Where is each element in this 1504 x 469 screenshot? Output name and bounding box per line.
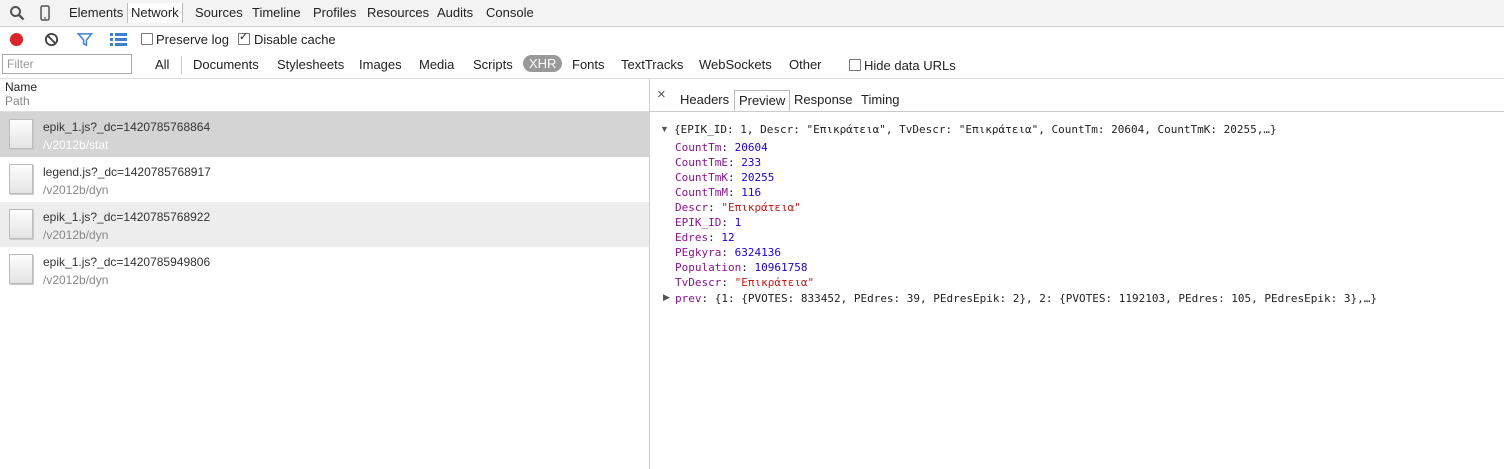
json-field: Edres: 12 (675, 231, 735, 244)
tab-audits[interactable]: Audits (434, 3, 476, 23)
detail-tab-timing[interactable]: Timing (857, 90, 904, 110)
json-field: CountTmM: 116 (675, 186, 762, 199)
json-field: EPIK_ID: 1 (675, 216, 742, 229)
list-view-icon[interactable] (110, 32, 127, 47)
expand-triangle-icon[interactable]: ▶ (663, 292, 670, 303)
json-field: CountTmK: 20255 (675, 171, 775, 184)
tab-profiles[interactable]: Profiles (310, 3, 359, 23)
detail-tab-headers[interactable]: Headers (676, 90, 733, 110)
expand-triangle-icon[interactable]: ▼ (660, 124, 669, 134)
tab-network[interactable]: Network (127, 3, 183, 23)
filter-type-scripts[interactable]: Scripts (473, 57, 513, 72)
devtools-toolbar: Elements Network Sources Timeline Profil… (0, 0, 1504, 27)
panel-divider[interactable] (649, 79, 650, 469)
filter-input[interactable] (2, 54, 132, 74)
tab-resources[interactable]: Resources (364, 3, 432, 23)
tab-elements[interactable]: Elements (66, 3, 126, 23)
request-path: /v2012b/dyn (43, 228, 109, 242)
network-control-bar: Preserve log Disable cache (0, 27, 1504, 53)
json-field: PEgkyra: 6324136 (675, 246, 781, 259)
hide-data-urls-checkbox[interactable] (849, 59, 861, 71)
file-icon (9, 254, 33, 284)
json-prev[interactable]: prev: {1: {PVOTES: 833452, PEdres: 39, P… (675, 291, 1377, 306)
json-field: CountTm: 20604 (675, 141, 768, 154)
filter-type-media[interactable]: Media (419, 57, 454, 72)
clear-icon[interactable] (44, 32, 59, 47)
json-field: CountTmE: 233 (675, 156, 762, 169)
file-icon (9, 119, 33, 149)
hide-data-urls-label: Hide data URLs (864, 58, 956, 73)
record-icon[interactable] (9, 32, 24, 47)
request-name: epik_1.js?_dc=1420785768864 (43, 120, 211, 134)
tab-sources[interactable]: Sources (192, 3, 246, 23)
request-name: epik_1.js?_dc=1420785768922 (43, 210, 211, 224)
filter-type-all[interactable]: All (155, 57, 169, 72)
filter-type-other[interactable]: Other (789, 57, 822, 72)
filter-type-stylesheets[interactable]: Stylesheets (277, 57, 344, 72)
column-header[interactable]: Name Path (0, 79, 649, 112)
request-path: /v2012b/dyn (43, 273, 109, 287)
json-field: TvDescr: "Επικράτεια" (675, 276, 815, 289)
column-name[interactable]: Name (5, 80, 37, 94)
detail-tab-preview[interactable]: Preview (734, 90, 791, 111)
request-path: /v2012b/dyn (43, 183, 109, 197)
request-row[interactable]: epik_1.js?_dc=1420785768864 /v2012b/stat (0, 112, 649, 157)
device-mode-icon[interactable] (37, 5, 53, 21)
json-summary[interactable]: {EPIK_ID: 1, Descr: "Επικράτεια", TvDesc… (674, 122, 1277, 137)
file-icon (9, 209, 33, 239)
request-name: legend.js?_dc=1420785768917 (43, 165, 211, 179)
filter-type-fonts[interactable]: Fonts (572, 57, 605, 72)
request-row[interactable]: epik_1.js?_dc=1420785768922 /v2012b/dyn (0, 202, 649, 247)
filter-type-xhr[interactable]: XHR (523, 55, 563, 72)
request-row[interactable]: legend.js?_dc=1420785768917 /v2012b/dyn (0, 157, 649, 202)
disable-cache-label: Disable cache (254, 32, 336, 47)
request-row[interactable]: epik_1.js?_dc=1420785949806 /v2012b/dyn (0, 247, 649, 292)
filter-type-websockets[interactable]: WebSockets (699, 57, 772, 72)
json-field: Descr: "Επικράτεια" (675, 201, 801, 214)
column-path: Path (5, 94, 30, 108)
disable-cache-checkbox[interactable] (238, 30, 250, 45)
json-field: Population: 10961758 (675, 261, 808, 274)
filter-separator (181, 56, 182, 74)
tab-timeline[interactable]: Timeline (249, 3, 304, 23)
file-icon (9, 164, 33, 194)
preserve-log-label: Preserve log (156, 32, 229, 47)
tab-console[interactable]: Console (483, 3, 537, 23)
search-icon[interactable] (9, 5, 25, 21)
filter-type-documents[interactable]: Documents (193, 57, 259, 72)
preserve-log-checkbox[interactable] (141, 33, 153, 45)
request-path: /v2012b/stat (43, 138, 109, 152)
filter-type-images[interactable]: Images (359, 57, 402, 72)
request-name: epik_1.js?_dc=1420785949806 (43, 255, 211, 269)
filter-icon[interactable] (77, 32, 93, 47)
close-icon[interactable]: × (657, 86, 666, 103)
filter-type-texttracks[interactable]: TextTracks (621, 57, 683, 72)
detail-tab-response[interactable]: Response (790, 90, 857, 110)
